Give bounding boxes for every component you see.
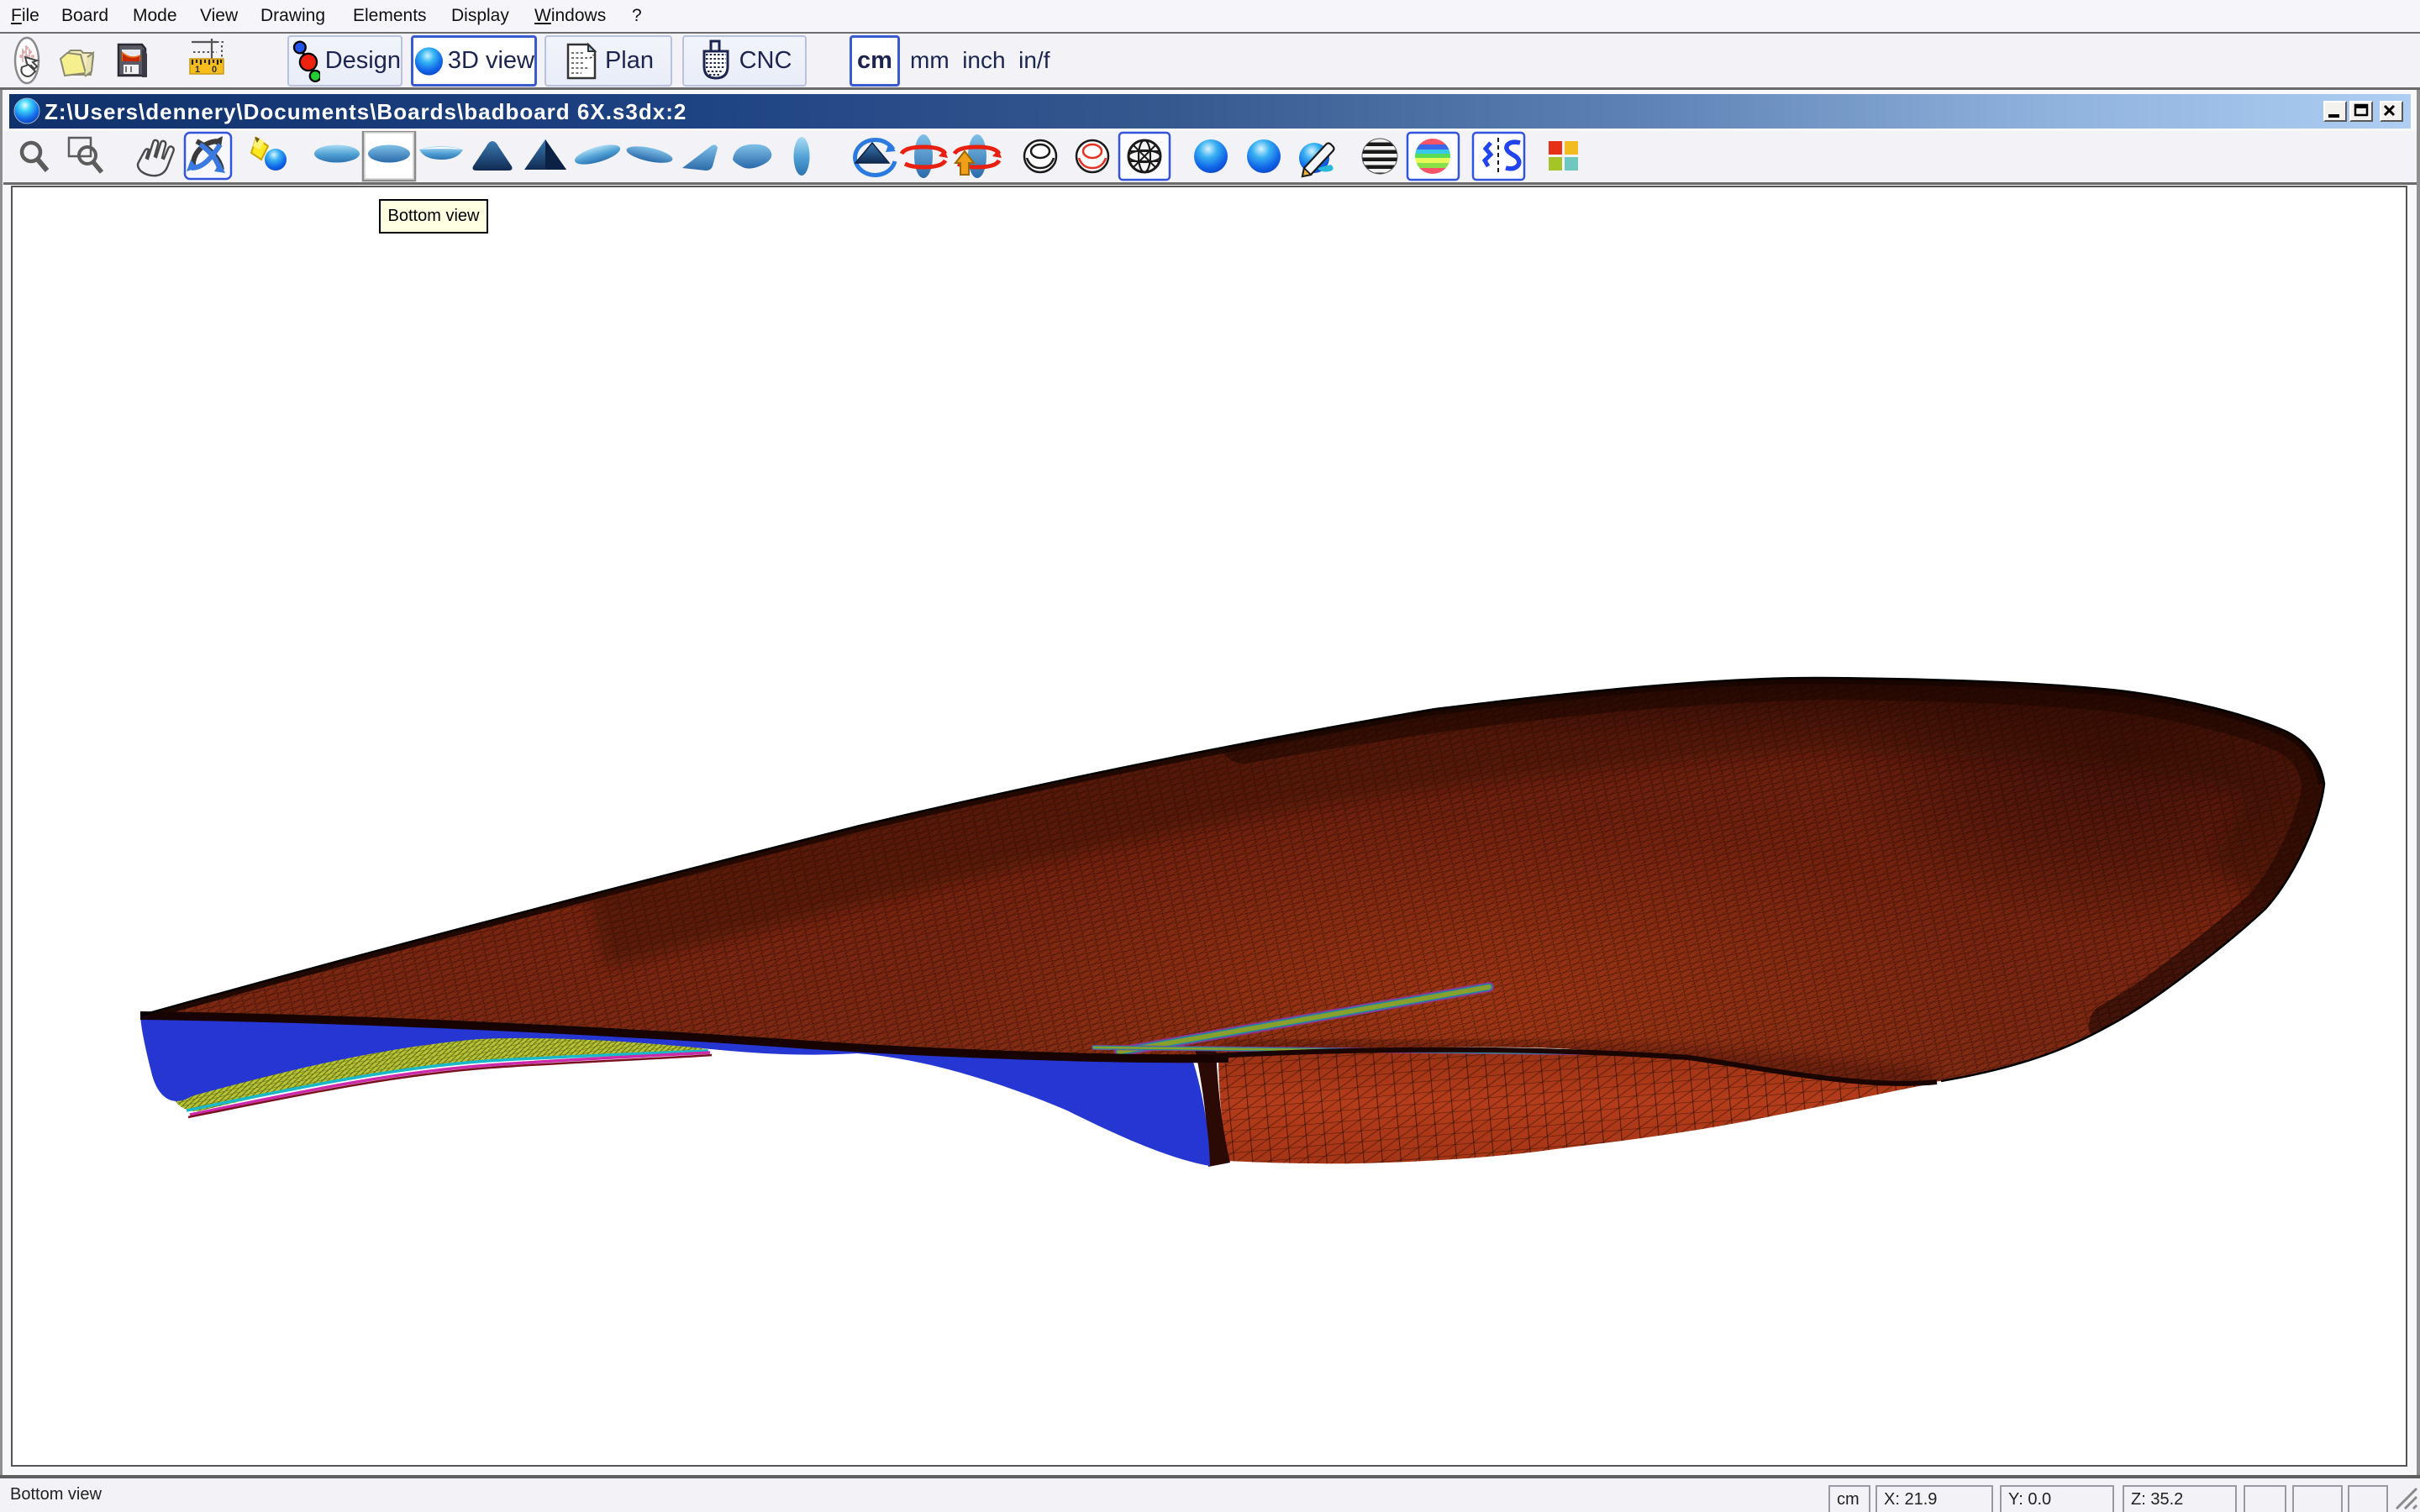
svg-text:1: 1 bbox=[195, 65, 200, 75]
svg-text:0: 0 bbox=[212, 65, 217, 75]
